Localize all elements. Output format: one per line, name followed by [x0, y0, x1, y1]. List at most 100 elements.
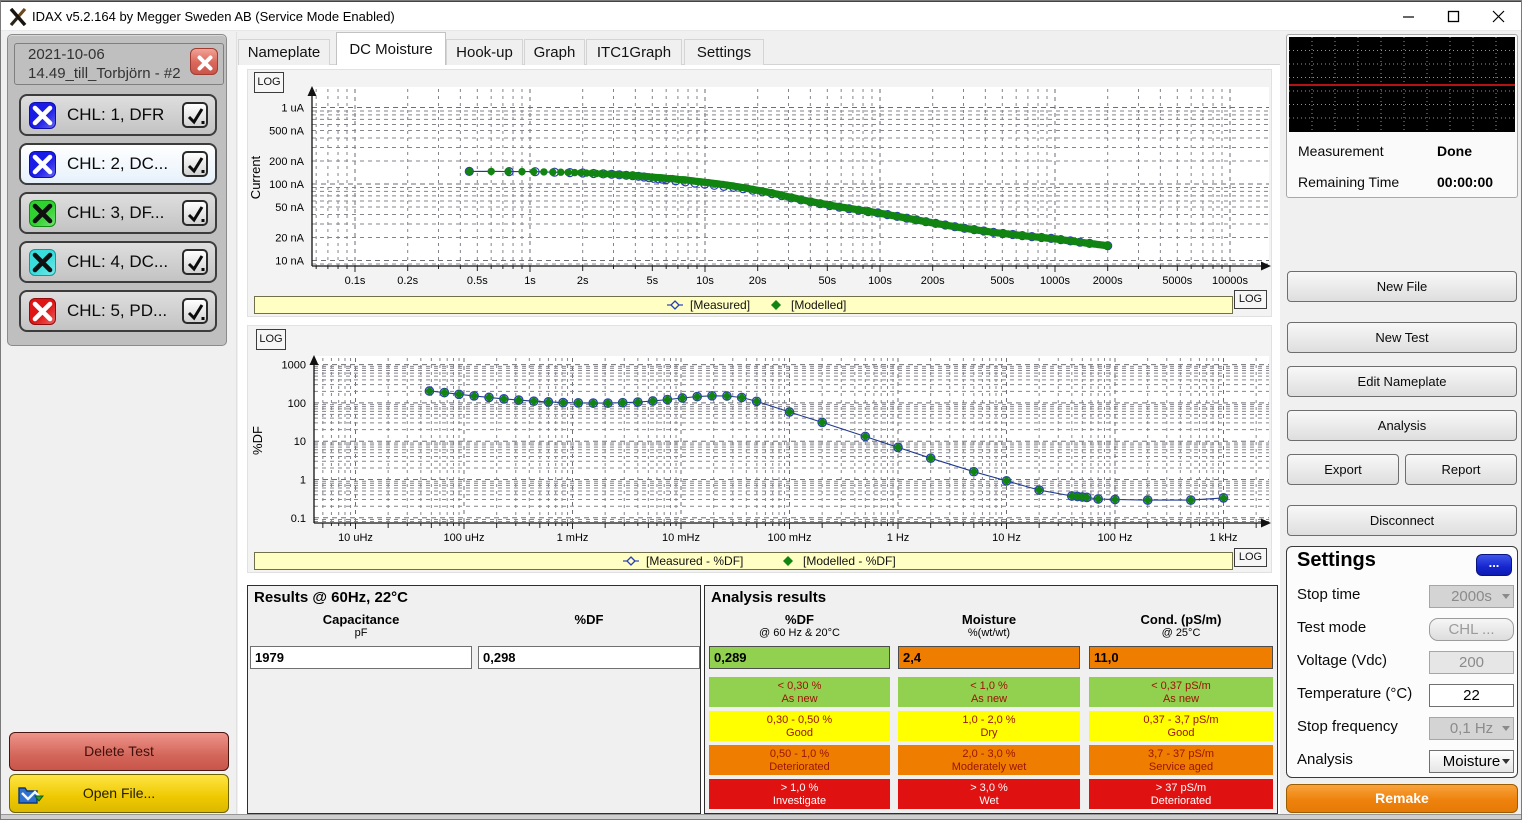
check-icon [186, 204, 206, 224]
channel-button-4[interactable]: CHL: 4, DC... [19, 241, 217, 283]
analysis-band-cell: > 1,0 %Investigate [709, 779, 890, 809]
scope-preview [1289, 37, 1515, 132]
disconnect-button[interactable]: Disconnect [1287, 505, 1517, 536]
log-scale-button[interactable]: LOG [1234, 548, 1267, 567]
band-verdict: Moderately wet [898, 761, 1080, 774]
setting-input-temperature[interactable]: 22 [1429, 684, 1514, 707]
measurement-status-box: MeasurementDoneRemaining Time00:00:00 [1286, 34, 1518, 198]
results-col-unit: pF [271, 627, 451, 639]
test-close-button[interactable] [190, 48, 218, 75]
tab-label: Settings [685, 44, 763, 61]
remake-button[interactable]: Remake [1286, 784, 1518, 813]
legend-item-measured: [Measured - %DF] [623, 554, 743, 568]
channel-x-icon [29, 298, 56, 325]
analysis-col-unit: @ 60 Hz & 20°C [710, 627, 890, 639]
setting-button-test-mode[interactable]: CHL ... [1429, 618, 1514, 641]
channel-checkbox[interactable] [182, 102, 208, 128]
report-button[interactable]: Report [1405, 454, 1517, 485]
analysis-button[interactable]: Analysis [1287, 410, 1517, 441]
check-icon [186, 106, 206, 126]
tab-dc-moisture[interactable]: DC Moisture [336, 32, 446, 65]
band-verdict: Deteriorated [1089, 795, 1273, 808]
status-label: Measurement [1298, 143, 1384, 159]
analysis-band-cell: 2,0 - 3,0 %Moderately wet [898, 745, 1080, 775]
band-range: < 0,30 % [709, 680, 890, 693]
channel-checkbox[interactable] [182, 249, 208, 275]
analysis-band-cell: < 1,0 %As new [898, 677, 1080, 707]
chevron-down-icon [1502, 594, 1510, 599]
settings-more-button[interactable]: ... [1476, 554, 1512, 576]
channel-button-5[interactable]: CHL: 5, PD... [19, 290, 217, 332]
band-range: < 1,0 % [898, 680, 1080, 693]
analysis-value: 0,289 [709, 646, 890, 669]
open-file-button[interactable]: Open File... [9, 774, 229, 813]
band-verdict: Dry [898, 727, 1080, 740]
band-range: 3,7 - 37 pS/m [1089, 748, 1273, 761]
band-range: > 37 pS/m [1089, 782, 1273, 795]
channel-button-2[interactable]: CHL: 2, DC... [19, 143, 217, 185]
log-scale-button[interactable]: LOG [1234, 290, 1267, 309]
tab-itc1graph[interactable]: ITC1Graph [586, 39, 682, 65]
band-verdict: As new [898, 693, 1080, 706]
analysis-value: 11,0 [1089, 646, 1273, 669]
channel-label: CHL: 2, DC... [67, 154, 168, 174]
test-name: 14.49_till_Torbjörn - #2 [28, 65, 181, 82]
tab-bar: Nameplate DC MoistureHook-upGraphITC1Grap… [238, 32, 1280, 65]
log-scale-button[interactable]: LOG [256, 329, 286, 350]
results-title: Results @ 60Hz, 22°C [254, 589, 408, 606]
legend-item-modelled: [Modelled - %DF] [780, 554, 896, 568]
results-col-label: Capacitance [271, 612, 451, 627]
analysis-col-label: Moisture [899, 612, 1079, 627]
setting-select-stop-frequency[interactable]: 0,1 Hz [1429, 717, 1514, 740]
results-col-label: %DF [499, 612, 679, 627]
delete-test-button[interactable]: Delete Test [9, 732, 229, 771]
band-verdict: As new [709, 693, 890, 706]
tab-label: DC Moisture [337, 41, 445, 58]
new-file-button[interactable]: New File [1287, 271, 1517, 302]
setting-select-analysis[interactable]: Moisture [1429, 750, 1514, 773]
band-verdict: As new [1089, 693, 1273, 706]
channel-label: CHL: 5, PD... [67, 301, 167, 321]
setting-label-temperature: Temperature (°C) [1297, 685, 1412, 702]
window-title: IDAX v5.2.164 by Megger Sweden AB (Servi… [32, 9, 395, 24]
channel-button-3[interactable]: CHL: 3, DF... [19, 192, 217, 234]
new-test-button[interactable]: New Test [1287, 322, 1517, 353]
legend-item-modelled: [Modelled] [768, 298, 846, 312]
analysis-band-cell: 0,30 - 0,50 %Good [709, 711, 890, 741]
test-header[interactable]: 2021-10-06 14.49_till_Torbjörn - #2 [14, 43, 224, 85]
export-button[interactable]: Export [1287, 454, 1399, 485]
channel-checkbox[interactable] [182, 151, 208, 177]
tab-nameplate[interactable]: Nameplate [238, 39, 330, 65]
tab-label: Graph [525, 44, 584, 61]
band-range: < 0,37 pS/m [1089, 680, 1273, 693]
right-panel: MeasurementDoneRemaining Time00:00:00 Se… [1280, 32, 1522, 814]
maximize-button[interactable] [1436, 2, 1470, 31]
chart-legend: [Measured][Modelled] [254, 296, 1233, 314]
channel-button-1[interactable]: CHL: 1, DFR [19, 94, 217, 136]
tab-settings[interactable]: Settings [684, 39, 764, 65]
setting-label-stop-frequency: Stop frequency [1297, 718, 1398, 735]
test-date: 2021-10-06 [28, 46, 105, 63]
channel-checkbox[interactable] [182, 200, 208, 226]
channel-label: CHL: 4, DC... [67, 252, 168, 272]
setting-label-analysis: Analysis [1297, 751, 1353, 768]
minimize-button[interactable] [1391, 2, 1425, 31]
channel-x-icon [29, 151, 56, 178]
status-label: Remaining Time [1298, 174, 1399, 190]
channel-x-icon [29, 249, 56, 276]
log-scale-button[interactable]: LOG [254, 72, 284, 93]
close-button[interactable] [1481, 2, 1515, 31]
channel-checkbox[interactable] [182, 298, 208, 324]
analysis-band-cell: 0,37 - 3,7 pS/mGood [1089, 711, 1273, 741]
setting-select-stop-time[interactable]: 2000s [1429, 585, 1514, 608]
setting-input-voltage[interactable]: 200 [1429, 651, 1514, 674]
results-value: 0,298 [478, 646, 700, 669]
channel-label: CHL: 3, DF... [67, 203, 164, 223]
tab-hook-up[interactable]: Hook-up [446, 39, 523, 65]
channel-x-icon [29, 200, 56, 227]
edit-nameplate-button[interactable]: Edit Nameplate [1287, 366, 1517, 397]
chevron-down-icon [1502, 726, 1510, 731]
tab-label: ITC1Graph [587, 44, 681, 61]
tab-label: Hook-up [447, 44, 522, 61]
tab-graph[interactable]: Graph [524, 39, 585, 65]
